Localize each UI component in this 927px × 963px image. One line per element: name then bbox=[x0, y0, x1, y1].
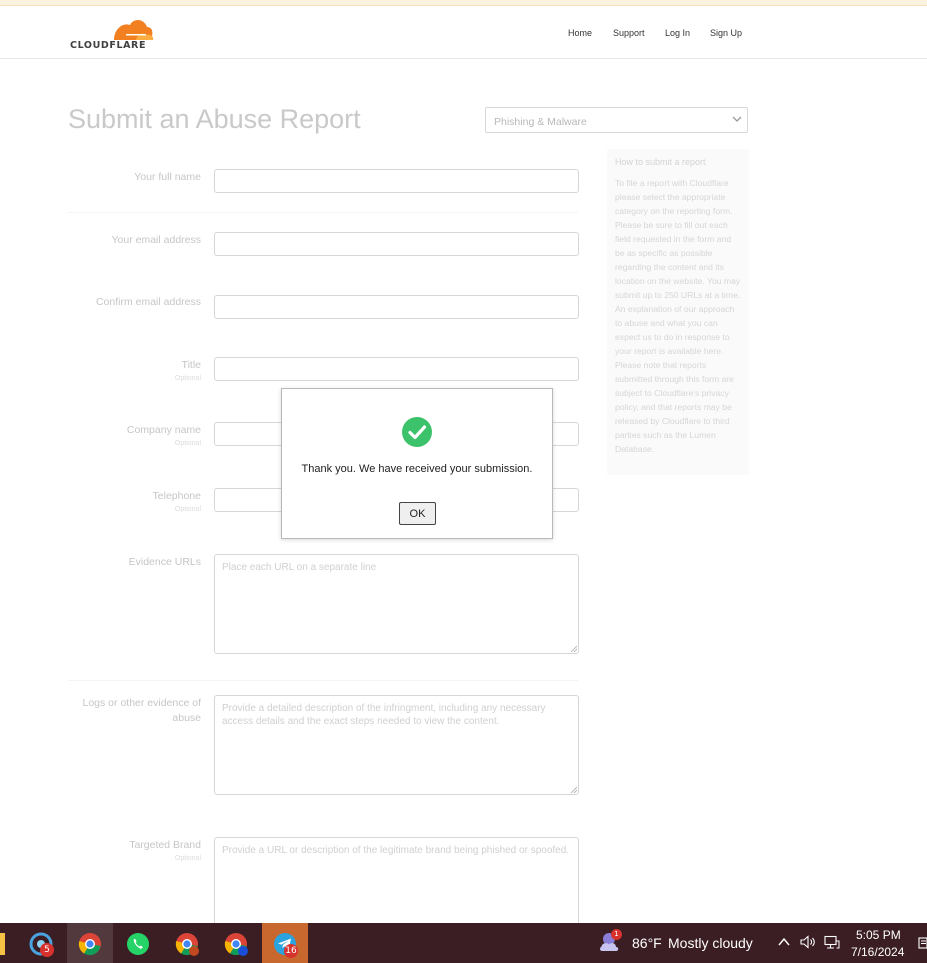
label-logs-line2: abuse bbox=[172, 712, 201, 724]
weather-description[interactable]: Mostly cloudy bbox=[668, 935, 753, 951]
taskbar-chrome-active[interactable] bbox=[67, 923, 113, 963]
report-type-value: Phishing & Malware bbox=[494, 116, 587, 128]
logs-textarea[interactable]: Provide a detailed description of the in… bbox=[214, 695, 579, 795]
label-telephone: Telephone bbox=[152, 490, 201, 502]
label-title: Title bbox=[181, 359, 201, 371]
logs-placeholder: Provide a detailed description of the in… bbox=[222, 703, 546, 727]
report-type-select[interactable]: Phishing & Malware bbox=[485, 107, 748, 133]
title-input[interactable] bbox=[214, 357, 579, 381]
page-title: Submit an Abuse Report bbox=[68, 104, 361, 134]
optional-hint: Optional bbox=[174, 440, 201, 447]
network-icon[interactable] bbox=[824, 935, 840, 950]
taskbar-chrome-profile-c[interactable] bbox=[164, 923, 210, 963]
targeted-brand-placeholder: Provide a URL or description of the legi… bbox=[222, 845, 570, 856]
label-evidence-urls: Evidence URLs bbox=[128, 556, 201, 568]
nav-support[interactable]: Support bbox=[613, 28, 645, 38]
cloudflare-logo[interactable]: CLOUDFLARE bbox=[70, 16, 160, 52]
notification-badge: 5 bbox=[40, 943, 54, 957]
label-logs-line1: Logs or other evidence of bbox=[82, 697, 202, 709]
nav-home[interactable]: Home bbox=[568, 28, 592, 38]
cloud-logo-icon bbox=[114, 19, 154, 40]
check-circle-icon bbox=[402, 417, 432, 447]
whatsapp-icon bbox=[127, 933, 149, 955]
divider bbox=[68, 212, 578, 213]
chevron-down-icon bbox=[732, 116, 742, 122]
chrome-icon bbox=[224, 933, 248, 956]
taskbar-telegram[interactable]: 16 bbox=[262, 923, 308, 963]
divider bbox=[68, 680, 578, 681]
evidence-urls-textarea[interactable]: Place each URL on a separate line bbox=[214, 554, 579, 654]
optional-hint: Optional bbox=[174, 855, 201, 862]
notification-badge: 16 bbox=[284, 944, 298, 958]
chrome-icon bbox=[78, 933, 101, 956]
email-input[interactable] bbox=[214, 232, 579, 256]
chevron-up-icon[interactable] bbox=[778, 937, 790, 947]
label-confirm-email: Confirm email address bbox=[95, 296, 201, 308]
resize-handle-icon[interactable] bbox=[569, 644, 577, 652]
taskbar-chrome-profile-m[interactable] bbox=[213, 923, 259, 963]
optional-hint: Optional bbox=[174, 375, 201, 382]
chrome-icon bbox=[175, 933, 199, 956]
nav-log-in[interactable]: Log In bbox=[665, 28, 690, 38]
confirm-email-input[interactable] bbox=[214, 295, 579, 319]
label-company: Company name bbox=[126, 424, 201, 436]
targeted-brand-textarea[interactable]: Provide a URL or description of the legi… bbox=[214, 837, 579, 927]
optional-hint: Optional bbox=[174, 506, 201, 513]
evidence-urls-placeholder: Place each URL on a separate line bbox=[222, 562, 377, 573]
label-email: Your email address bbox=[111, 234, 202, 246]
site-header: CLOUDFLARE Home Support Log In Sign Up bbox=[0, 6, 927, 59]
taskbar-app-1[interactable]: 5 bbox=[18, 923, 64, 963]
label-targeted-brand: Targeted Brand bbox=[129, 839, 201, 851]
help-sidebar: How to submit a report To file a report … bbox=[607, 149, 749, 475]
windows-taskbar: 5 16 1 86°F Mostly cloudy 5:05 PM 7/16/2… bbox=[0, 923, 927, 963]
speaker-icon[interactable] bbox=[800, 935, 816, 949]
nav-sign-up[interactable]: Sign Up bbox=[710, 28, 742, 38]
sidebar-title: How to submit a report bbox=[615, 157, 706, 167]
weather-temperature[interactable]: 86°F bbox=[632, 935, 662, 951]
taskbar-whatsapp[interactable] bbox=[115, 923, 161, 963]
logo-wordmark: CLOUDFLARE bbox=[70, 40, 147, 51]
weather-badge: 1 bbox=[611, 929, 622, 940]
label-logs: Logs or other evidence of abuse bbox=[83, 697, 202, 724]
submission-success-dialog: Thank you. We have received your submiss… bbox=[281, 388, 553, 539]
ok-button[interactable]: OK bbox=[399, 502, 436, 525]
label-full-name: Your full name bbox=[134, 171, 201, 183]
resize-handle-icon[interactable] bbox=[569, 785, 577, 793]
clock-date[interactable]: 7/16/2024 bbox=[851, 945, 904, 959]
sidebar-body: To file a report with Cloudflare please … bbox=[615, 178, 741, 454]
clock-time[interactable]: 5:05 PM bbox=[856, 928, 901, 942]
weather-widget-icon[interactable]: 1 bbox=[598, 929, 624, 955]
file-explorer-icon[interactable] bbox=[0, 933, 5, 955]
notification-center-icon[interactable] bbox=[918, 937, 927, 949]
full-name-input[interactable] bbox=[214, 169, 579, 193]
dialog-message: Thank you. We have received your submiss… bbox=[301, 463, 533, 475]
